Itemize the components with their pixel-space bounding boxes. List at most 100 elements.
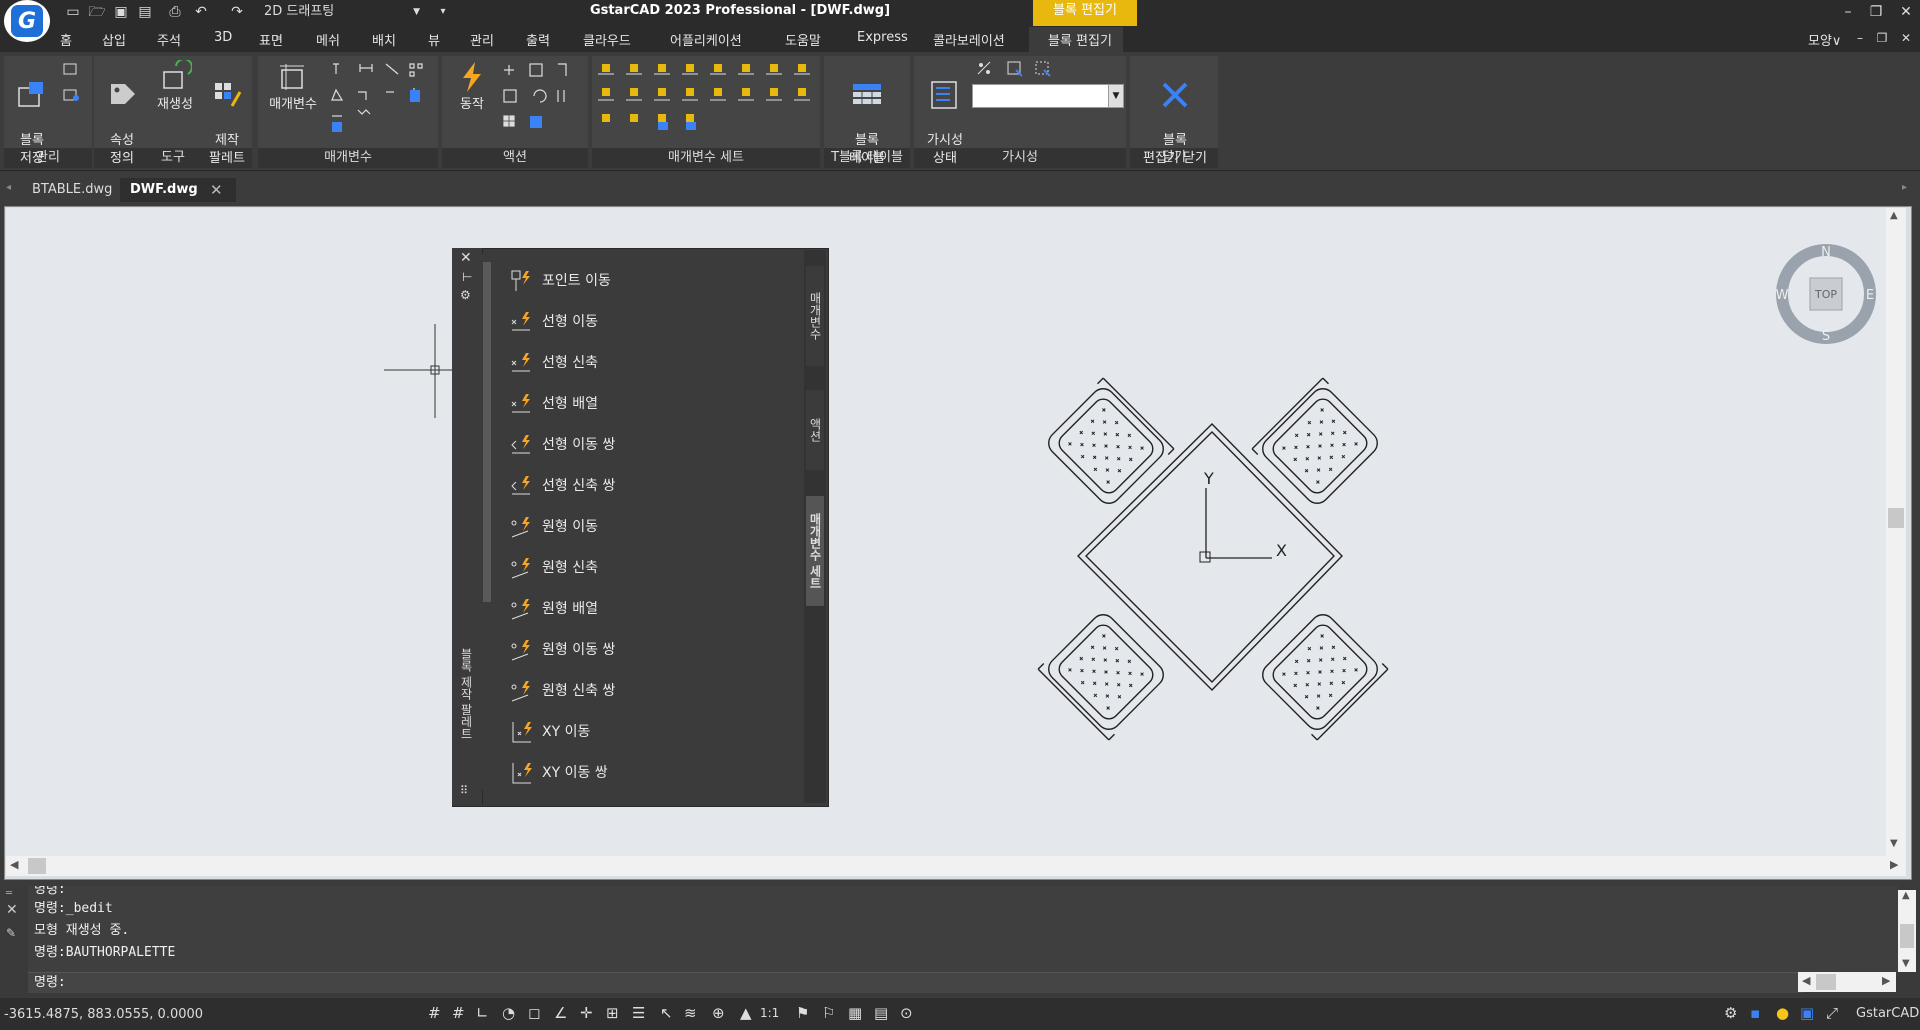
app-menu-button[interactable]: G xyxy=(4,0,50,42)
otrack-icon[interactable]: ⊞ xyxy=(606,1004,626,1024)
polar-icon[interactable]: ◔ xyxy=(502,1004,522,1024)
print-icon[interactable]: ⎙ xyxy=(166,3,184,21)
regen-button[interactable]: 재생성 xyxy=(150,60,200,114)
doc-tab-btable[interactable]: BTABLE.dwg xyxy=(22,178,122,202)
save-as-icon[interactable]: ▤ xyxy=(136,3,154,21)
scroll-thumb[interactable] xyxy=(1888,508,1904,528)
clean-screen-icon[interactable]: ▣ xyxy=(1800,1004,1820,1024)
visibility-state-select[interactable]: ▼ xyxy=(972,84,1124,108)
command-input[interactable]: 명령: xyxy=(28,972,1804,993)
attribute-definition-button[interactable]: 속성 정의 xyxy=(96,60,148,168)
tabs-scroll-right-icon[interactable]: ▸ xyxy=(1902,182,1907,193)
auto-scale-icon[interactable]: ⚐ xyxy=(822,1004,842,1024)
doc-close-icon[interactable]: ✕ xyxy=(1892,28,1920,48)
command-horizontal-scrollbar[interactable]: ◀ ▶ xyxy=(1798,972,1896,992)
undo-icon[interactable]: ↶ xyxy=(192,3,210,21)
block-table-button[interactable]: 블록 테이블 xyxy=(834,60,900,168)
new-file-icon[interactable]: ▭ xyxy=(64,3,82,21)
palette-settings-icon[interactable]: ⚙ xyxy=(460,288,471,302)
palette-item[interactable]: 원형 신축 xyxy=(510,553,598,583)
palette-item[interactable]: XY 이동 쌍 xyxy=(510,758,608,788)
command-close-icon[interactable]: ✕ xyxy=(6,902,18,918)
palette-item[interactable]: 원형 신축 쌍 xyxy=(510,676,615,706)
tab-annotate[interactable]: 주석 xyxy=(157,30,181,49)
viewcube-east[interactable]: E xyxy=(1866,288,1874,303)
palette-tab-actions[interactable]: 액션 xyxy=(806,390,824,470)
command-vertical-scrollbar[interactable]: ▲ ▼ xyxy=(1898,890,1916,972)
palette-item[interactable]: 원형 이동 xyxy=(510,512,598,542)
isodraft-icon[interactable]: ◻ xyxy=(528,1004,548,1024)
lock-icon[interactable]: ▪ xyxy=(1750,1004,1770,1024)
tab-cloud[interactable]: 클라우드 xyxy=(583,30,631,49)
palette-item[interactable]: 선형 이동 쌍 xyxy=(510,430,615,460)
palette-tab-parameters[interactable]: 매개변수 xyxy=(806,266,824,366)
action-button[interactable]: 동작 xyxy=(446,60,498,114)
osnap-icon[interactable]: ✛ xyxy=(580,1004,600,1024)
canvas-horizontal-scrollbar[interactable]: ◀ ▶ xyxy=(6,856,1906,876)
open-folder-icon[interactable]: 🗁 xyxy=(88,3,106,21)
grid-icon[interactable]: # xyxy=(452,1004,472,1024)
make-invisible-icon[interactable] xyxy=(1034,60,1052,78)
palette-item[interactable]: 선형 이동 xyxy=(510,307,598,337)
isolate-bulb-icon[interactable]: ● xyxy=(1776,1004,1796,1024)
tab-view[interactable]: 뷰 xyxy=(428,30,440,49)
grip-icon[interactable]: ═ xyxy=(6,888,12,899)
save-icon[interactable]: ▣ xyxy=(112,3,130,21)
scroll-down-icon[interactable]: ▼ xyxy=(1902,958,1910,969)
selection-cycling-icon[interactable]: ↖ xyxy=(660,1004,680,1024)
viewcube-north[interactable]: N xyxy=(1821,245,1831,260)
scroll-down-icon[interactable]: ▼ xyxy=(1890,838,1898,849)
scroll-left-icon[interactable]: ◀ xyxy=(10,858,18,871)
palette-tab-parameter-sets[interactable]: 매개변수 세트 xyxy=(806,496,824,606)
palette-item[interactable]: 선형 신축 쌍 xyxy=(510,471,615,501)
tab-surface[interactable]: 표면 xyxy=(259,30,283,49)
scroll-thumb[interactable] xyxy=(1816,974,1836,990)
scroll-left-icon[interactable]: ◀ xyxy=(1802,974,1810,987)
settings-gear-icon[interactable]: ⚙ xyxy=(1724,1004,1744,1024)
palette-scrollbar[interactable] xyxy=(482,254,492,790)
close-block-editor-button[interactable]: 블록 편집기 닫기 xyxy=(1132,60,1218,168)
redo-icon[interactable]: ↷ xyxy=(228,3,246,21)
scroll-up-icon[interactable]: ▲ xyxy=(1890,210,1898,221)
annotation-scale-icon[interactable]: ▲ xyxy=(740,1004,760,1024)
appearance-menu[interactable]: 모양∨ xyxy=(1808,30,1841,49)
tab-applications[interactable]: 어플리케이션 xyxy=(670,30,742,49)
fullscreen-icon[interactable]: ⤢ xyxy=(1826,1004,1846,1024)
tab-3d[interactable]: 3D xyxy=(214,30,232,45)
layers-icon[interactable]: ≋ xyxy=(684,1004,704,1024)
annotation-visibility-icon[interactable]: ⚑ xyxy=(796,1004,816,1024)
parameter-button[interactable]: 매개변수 xyxy=(262,60,324,114)
visibility-state-button[interactable]: 가시성 상태 xyxy=(918,60,972,168)
tab-help[interactable]: 도움말 xyxy=(785,30,821,49)
tab-layout[interactable]: 배치 xyxy=(372,30,396,49)
drawing-canvas[interactable] xyxy=(6,208,1886,856)
scroll-thumb[interactable] xyxy=(28,858,46,874)
action-tools-grid[interactable] xyxy=(500,60,586,136)
visibility-mode-icon[interactable] xyxy=(976,60,994,78)
palette-item[interactable]: XY 이동 xyxy=(510,717,590,747)
minimize-icon[interactable]: – xyxy=(1834,2,1862,22)
hardware-accel-icon[interactable]: ▦ xyxy=(848,1004,868,1024)
block-test-icon[interactable] xyxy=(62,86,80,104)
palette-grip-icon[interactable]: ⠿ xyxy=(460,784,468,797)
viewcube-top[interactable]: TOP xyxy=(1814,288,1837,301)
restore-icon[interactable]: ❐ xyxy=(1862,2,1890,22)
parameter-tools-grid[interactable] xyxy=(330,60,430,136)
palette-item[interactable]: 선형 신축 xyxy=(510,348,598,378)
scroll-thumb[interactable] xyxy=(1900,924,1914,948)
ortho-icon[interactable]: ∟ xyxy=(476,1004,496,1024)
palette-item[interactable]: 포인트 이동 xyxy=(510,266,611,296)
zoom-icon[interactable]: ⊕ xyxy=(712,1004,732,1024)
make-visible-icon[interactable] xyxy=(1006,60,1024,78)
workspace-select[interactable]: 2D 드래프팅 ▼ xyxy=(264,2,424,22)
layout-grid-icon[interactable]: ▤ xyxy=(874,1004,894,1024)
scroll-right-icon[interactable]: ▶ xyxy=(1890,858,1898,871)
tab-block-editor[interactable]: 블록 편집기 xyxy=(1048,30,1112,49)
save-block-button[interactable]: 블록 저장 xyxy=(8,60,56,168)
tab-mesh[interactable]: 메쉬 xyxy=(316,30,340,49)
annotation-scale-value[interactable]: 1:1 xyxy=(760,1006,779,1020)
scroll-right-icon[interactable]: ▶ xyxy=(1882,974,1890,987)
tab-home[interactable]: 홈 xyxy=(60,30,72,49)
viewcube-south[interactable]: S xyxy=(1822,329,1830,344)
palette-item[interactable]: 선형 배열 xyxy=(510,389,598,419)
